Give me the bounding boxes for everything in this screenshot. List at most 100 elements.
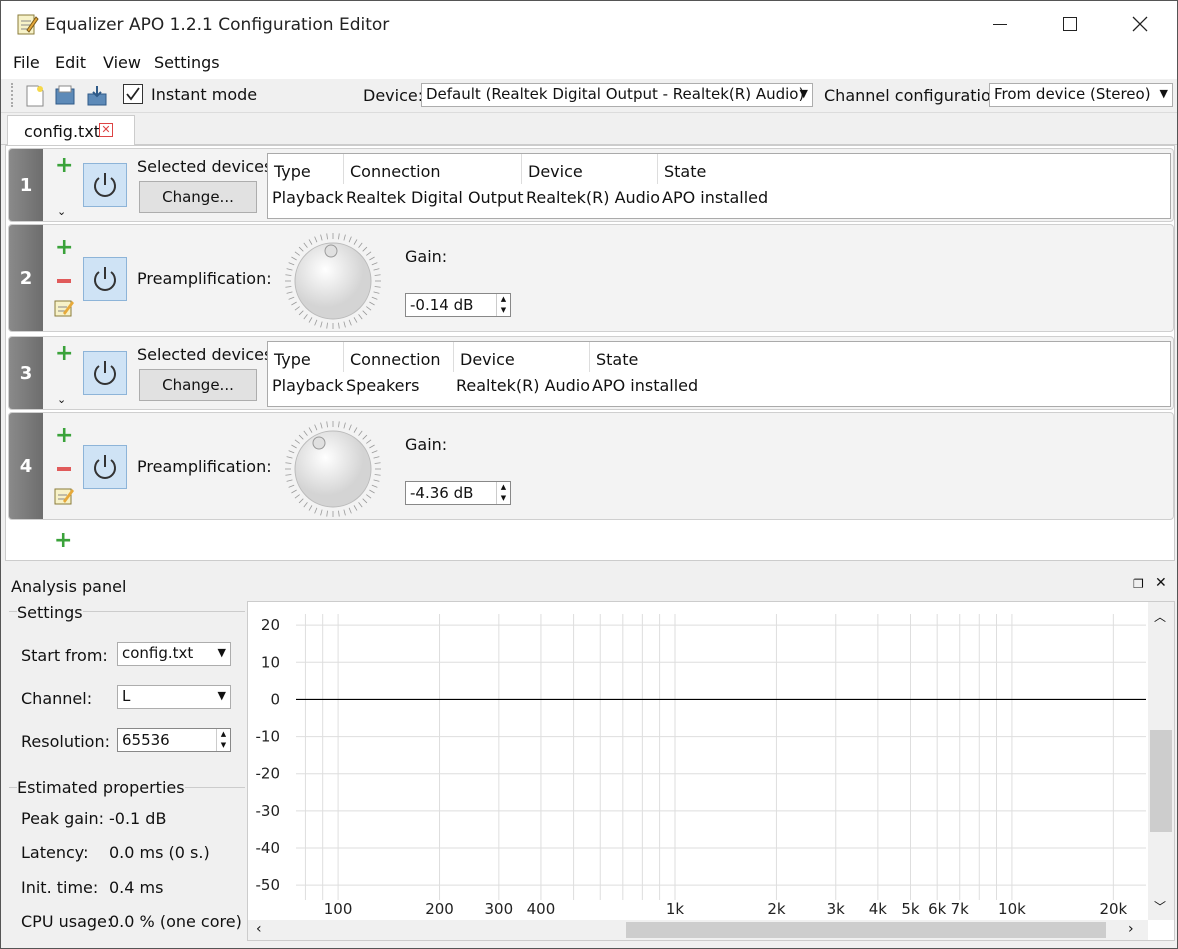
knob-tick <box>291 301 297 306</box>
y-tick-label: 20 <box>261 616 280 634</box>
table-cell: Realtek(R) Audio <box>526 188 661 207</box>
x-tick-label: 4k <box>869 900 888 918</box>
start-from-select[interactable]: config.txt ▼ <box>117 642 231 666</box>
power-toggle-button[interactable] <box>83 351 127 395</box>
gain-knob[interactable] <box>283 419 383 519</box>
device-table: Type Connection Device State Playback Re… <box>267 153 1171 219</box>
knob-tick <box>366 439 372 444</box>
app-notepad-icon <box>17 14 39 35</box>
menu-settings[interactable]: Settings <box>154 53 220 72</box>
menu-view[interactable]: View <box>103 53 141 72</box>
device-table: Type Connection Device State Playback Sp… <box>267 341 1171 407</box>
column-header: Type <box>268 154 344 184</box>
power-toggle-button[interactable] <box>83 163 127 207</box>
power-toggle-button[interactable] <box>83 445 127 489</box>
scroll-up-icon[interactable]: ︿ <box>1154 608 1166 625</box>
title-bar: Equalizer APO 1.2.1 Configuration Editor <box>1 1 1177 49</box>
device-select[interactable]: Default (Realtek Digital Output - Realte… <box>421 83 813 107</box>
resolution-input[interactable]: 65536 ▲ ▼ <box>117 728 231 752</box>
add-filter-icon[interactable]: + <box>55 425 73 447</box>
channel-config-select[interactable]: From device (Stereo) ▼ <box>989 83 1173 107</box>
remove-filter-icon[interactable] <box>57 279 71 283</box>
gain-knob[interactable] <box>283 231 383 331</box>
knob-tick <box>285 474 292 476</box>
device-select-value: Default (Realtek Digital Output - Realte… <box>426 85 805 103</box>
knob-tick <box>294 494 300 499</box>
change-devices-button[interactable]: Change... <box>139 181 257 213</box>
change-devices-button[interactable]: Change... <box>139 369 257 401</box>
remove-filter-icon[interactable] <box>57 467 71 471</box>
row-number: 3 <box>9 337 43 409</box>
analysis-panel: Analysis panel ❐ ✕ Settings Start from: … <box>5 569 1175 948</box>
undock-icon[interactable]: ❐ <box>1133 577 1144 591</box>
maximize-button[interactable] <box>1047 9 1093 39</box>
knob-tick <box>326 510 328 517</box>
knob-tick <box>288 262 295 266</box>
gain-input[interactable]: -0.14 dB ▲ ▼ <box>405 293 511 317</box>
knob-tick <box>343 234 346 241</box>
channel-select[interactable]: L ▼ <box>117 685 231 709</box>
tab-bar: config.txt ✕ <box>1 113 1177 146</box>
knob-tick <box>348 236 352 243</box>
knob-tick <box>320 234 323 241</box>
scroll-left-icon[interactable]: ‹ <box>256 921 262 937</box>
x-tick-label: 200 <box>425 900 454 918</box>
analysis-panel-title: Analysis panel <box>11 577 127 596</box>
knob-tick <box>303 242 308 248</box>
table-cell: Playback <box>272 188 344 207</box>
tab-config[interactable]: config.txt ✕ <box>7 115 135 146</box>
table-cell: APO installed <box>592 376 699 395</box>
knob-tick <box>353 317 358 323</box>
analysis-settings: Settings Start from: config.txt ▼ Channe… <box>9 601 245 948</box>
estimated-properties-title: Estimated properties <box>17 778 185 797</box>
add-filter-icon[interactable]: + <box>55 155 73 177</box>
instant-mode-checkbox[interactable] <box>123 84 143 104</box>
channel-label: Channel: <box>21 689 93 708</box>
knob-tick <box>291 256 297 261</box>
power-toggle-button[interactable] <box>83 257 127 301</box>
save-file-icon[interactable] <box>85 84 109 108</box>
spin-arrows-icon[interactable]: ▲ ▼ <box>496 482 510 504</box>
knob-tick <box>338 510 340 517</box>
y-tick-label: 0 <box>270 690 280 708</box>
spin-arrows-icon[interactable]: ▲ ▼ <box>496 294 510 316</box>
knob-tick <box>288 450 295 454</box>
close-panel-icon[interactable]: ✕ <box>1155 575 1167 591</box>
knob-tick <box>371 296 378 300</box>
knob-tick <box>303 314 308 320</box>
knob-tick <box>286 456 293 459</box>
vertical-scroll-thumb[interactable] <box>1150 730 1172 832</box>
spin-arrows-icon[interactable]: ▲ ▼ <box>216 729 230 751</box>
expand-icon[interactable]: ⌄ <box>57 205 66 218</box>
open-file-icon[interactable] <box>53 84 77 108</box>
knob-tick <box>362 498 368 504</box>
close-button[interactable] <box>1117 9 1163 39</box>
tab-close-icon[interactable]: ✕ <box>99 123 113 137</box>
horizontal-scrollbar[interactable]: ‹ › <box>248 920 1148 940</box>
device-label: Device: <box>363 86 424 105</box>
edit-notepad-icon[interactable] <box>53 485 75 507</box>
x-tick-label: 1k <box>666 900 685 918</box>
scroll-down-icon[interactable]: ﹀ <box>1154 898 1166 915</box>
knob-tick <box>294 439 300 444</box>
horizontal-scroll-thumb[interactable] <box>626 922 1106 938</box>
scroll-right-icon[interactable]: › <box>1128 921 1134 937</box>
add-filter-icon[interactable]: + <box>55 343 73 365</box>
add-filter-icon[interactable]: + <box>55 237 73 259</box>
vertical-scrollbar[interactable]: ︿ ﹀ <box>1148 602 1174 920</box>
knob-tick <box>320 422 323 429</box>
new-file-icon[interactable] <box>23 84 47 108</box>
tab-label: config.txt <box>24 122 101 141</box>
edit-notepad-icon[interactable] <box>53 297 75 319</box>
menu-edit[interactable]: Edit <box>55 53 86 72</box>
add-filter-icon[interactable]: + <box>54 530 72 552</box>
menu-file[interactable]: File <box>13 53 40 72</box>
minimize-button[interactable] <box>977 9 1023 39</box>
gain-input[interactable]: -4.36 dB ▲ ▼ <box>405 481 511 505</box>
column-header: State <box>664 162 707 181</box>
column-header: Type <box>268 342 344 372</box>
power-icon <box>94 173 116 197</box>
expand-icon[interactable]: ⌄ <box>57 393 66 406</box>
chevron-down-icon: ▼ <box>217 646 226 659</box>
knob-tick <box>308 239 313 245</box>
